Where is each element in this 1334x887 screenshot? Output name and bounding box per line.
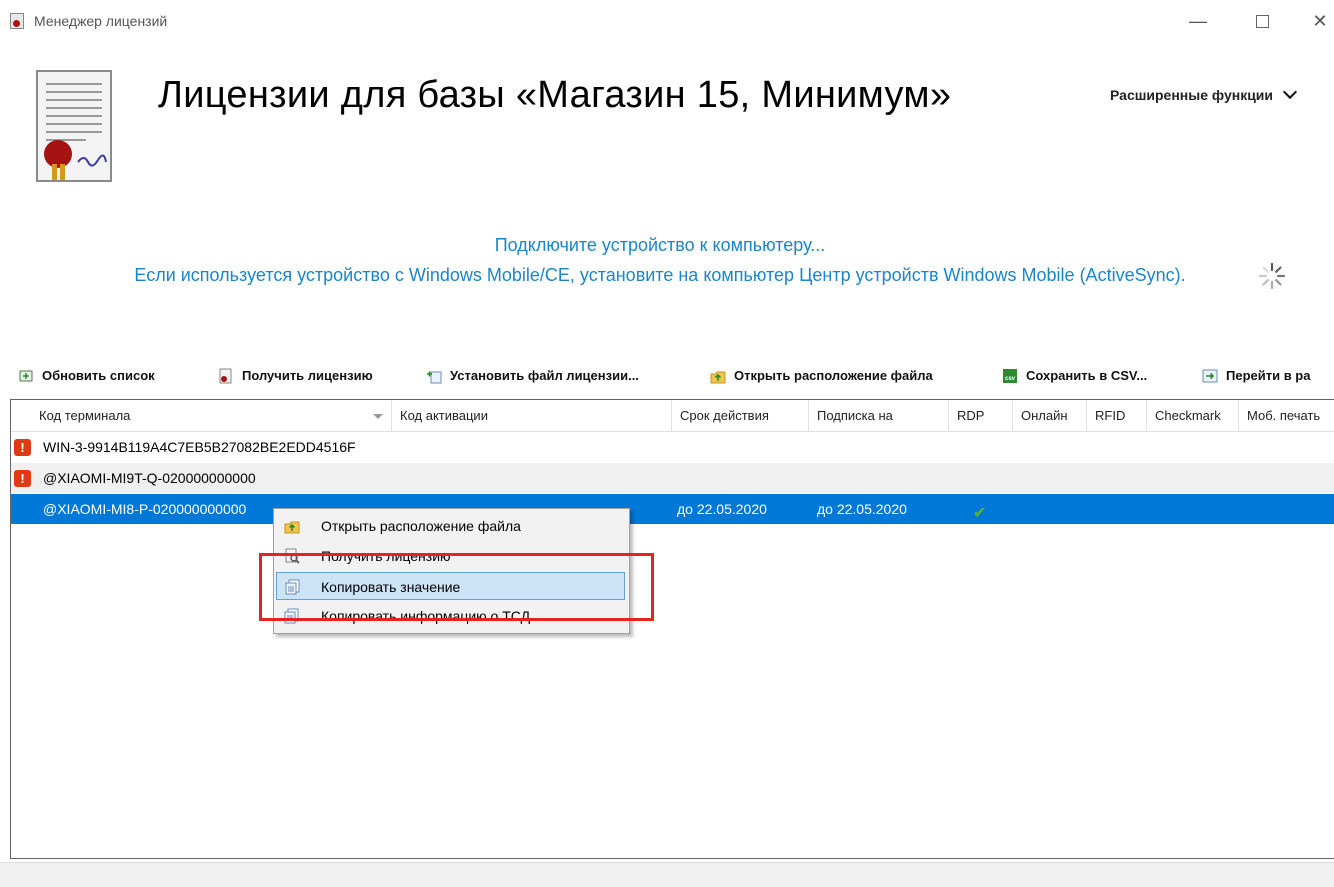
window-title: Менеджер лицензий	[34, 13, 168, 29]
folder-up-icon	[284, 521, 300, 534]
maximize-button[interactable]	[1244, 6, 1280, 36]
get-license-label: Получить лицензию	[242, 368, 373, 383]
refresh-icon	[19, 370, 33, 382]
connect-device-message: Подключите устройство к компьютеру... Ес…	[100, 230, 1220, 290]
minimize-button[interactable]: —	[1180, 6, 1216, 36]
save-csv-label: Сохранить в CSV...	[1026, 368, 1148, 383]
column-header-activation-code[interactable]: Код активации	[392, 400, 672, 431]
svg-text:csv: csv	[1005, 376, 1016, 382]
go-to-label: Перейти в ра	[1226, 368, 1311, 383]
terminal-code-cell: WIN-3-9914B119A4C7EB5B27082BE2EDD4516F	[43, 439, 356, 455]
advanced-functions-label: Расширенные функции	[1110, 87, 1274, 103]
folder-up-icon	[710, 371, 726, 384]
table-row[interactable]: ! WIN-3-9914B119A4C7EB5B27082BE2EDD4516F	[11, 432, 1334, 462]
column-header-rdp[interactable]: RDP	[949, 400, 1013, 431]
install-file-icon	[427, 371, 442, 384]
column-header-subscription[interactable]: Подписка на	[809, 400, 949, 431]
go-to-icon	[1202, 369, 1218, 383]
open-file-location-label: Открыть расположение файла	[734, 368, 933, 383]
open-file-location-button[interactable]: Открыть расположение файла	[710, 364, 933, 388]
document-seal-icon	[219, 368, 232, 384]
expiry-cell: до 22.05.2020	[677, 501, 767, 517]
grid-header: Код терминала Код активации Срок действи…	[11, 400, 1334, 432]
license-document-icon	[36, 70, 112, 182]
column-header-mobile-print[interactable]: Моб. печать	[1239, 400, 1334, 431]
terminal-code-cell: @XIAOMI-MI9T-Q-020000000000	[43, 470, 256, 486]
get-license-button[interactable]: Получить лицензию	[218, 364, 373, 388]
warning-icon: !	[14, 470, 31, 487]
subscription-cell: до 22.05.2020	[817, 501, 907, 517]
status-bar	[0, 862, 1334, 887]
title-bar: Менеджер лицензий — ✕	[0, 0, 1334, 44]
menu-item-open-location[interactable]: Открыть расположение файла	[276, 512, 625, 540]
go-to-button[interactable]: Перейти в ра	[1202, 364, 1310, 388]
info-line-1: Подключите устройство к компьютеру...	[494, 235, 826, 255]
advanced-functions-button[interactable]: Расширенные функции	[1096, 80, 1309, 110]
close-button[interactable]: ✕	[1302, 6, 1334, 36]
menu-item-label: Открыть расположение файла	[321, 518, 521, 534]
info-line-2: Если используется устройство с Windows M…	[134, 265, 1186, 285]
rdp-check-icon: ✔	[973, 505, 987, 522]
warning-icon: !	[14, 439, 31, 456]
csv-file-icon: csv	[1003, 368, 1017, 383]
annotation-highlight	[259, 553, 654, 621]
refresh-label: Обновить список	[42, 368, 155, 383]
column-header-online[interactable]: Онлайн	[1013, 400, 1087, 431]
refresh-list-button[interactable]: Обновить список	[18, 364, 155, 388]
loading-spinner-icon	[1258, 262, 1286, 290]
toolbar: Обновить список Получить лицензию Устано…	[0, 364, 1334, 388]
column-header-expiry[interactable]: Срок действия	[672, 400, 809, 431]
licenses-grid[interactable]: Код терминала Код активации Срок действи…	[10, 399, 1334, 859]
column-header-terminal-code[interactable]: Код терминала	[11, 400, 392, 431]
table-row-selected[interactable]: @XIAOMI-MI8-P-020000000000 до 22.05.2020…	[11, 494, 1334, 524]
page-title: Лицензии для базы «Магазин 15, Минимум»	[158, 74, 952, 116]
chevron-down-icon	[1282, 84, 1298, 100]
sort-arrow-icon	[373, 414, 383, 419]
install-license-file-button[interactable]: Установить файл лицензии...	[426, 364, 639, 388]
table-row[interactable]: ! @XIAOMI-MI9T-Q-020000000000	[11, 463, 1334, 493]
terminal-code-cell: @XIAOMI-MI8-P-020000000000	[43, 501, 247, 517]
column-header-rfid[interactable]: RFID	[1087, 400, 1147, 431]
install-license-file-label: Установить файл лицензии...	[450, 368, 639, 383]
app-icon	[10, 13, 24, 29]
column-header-checkmark[interactable]: Checkmark	[1147, 400, 1239, 431]
maximize-icon	[1255, 15, 1269, 28]
save-csv-button[interactable]: csv Сохранить в CSV...	[1002, 364, 1147, 388]
